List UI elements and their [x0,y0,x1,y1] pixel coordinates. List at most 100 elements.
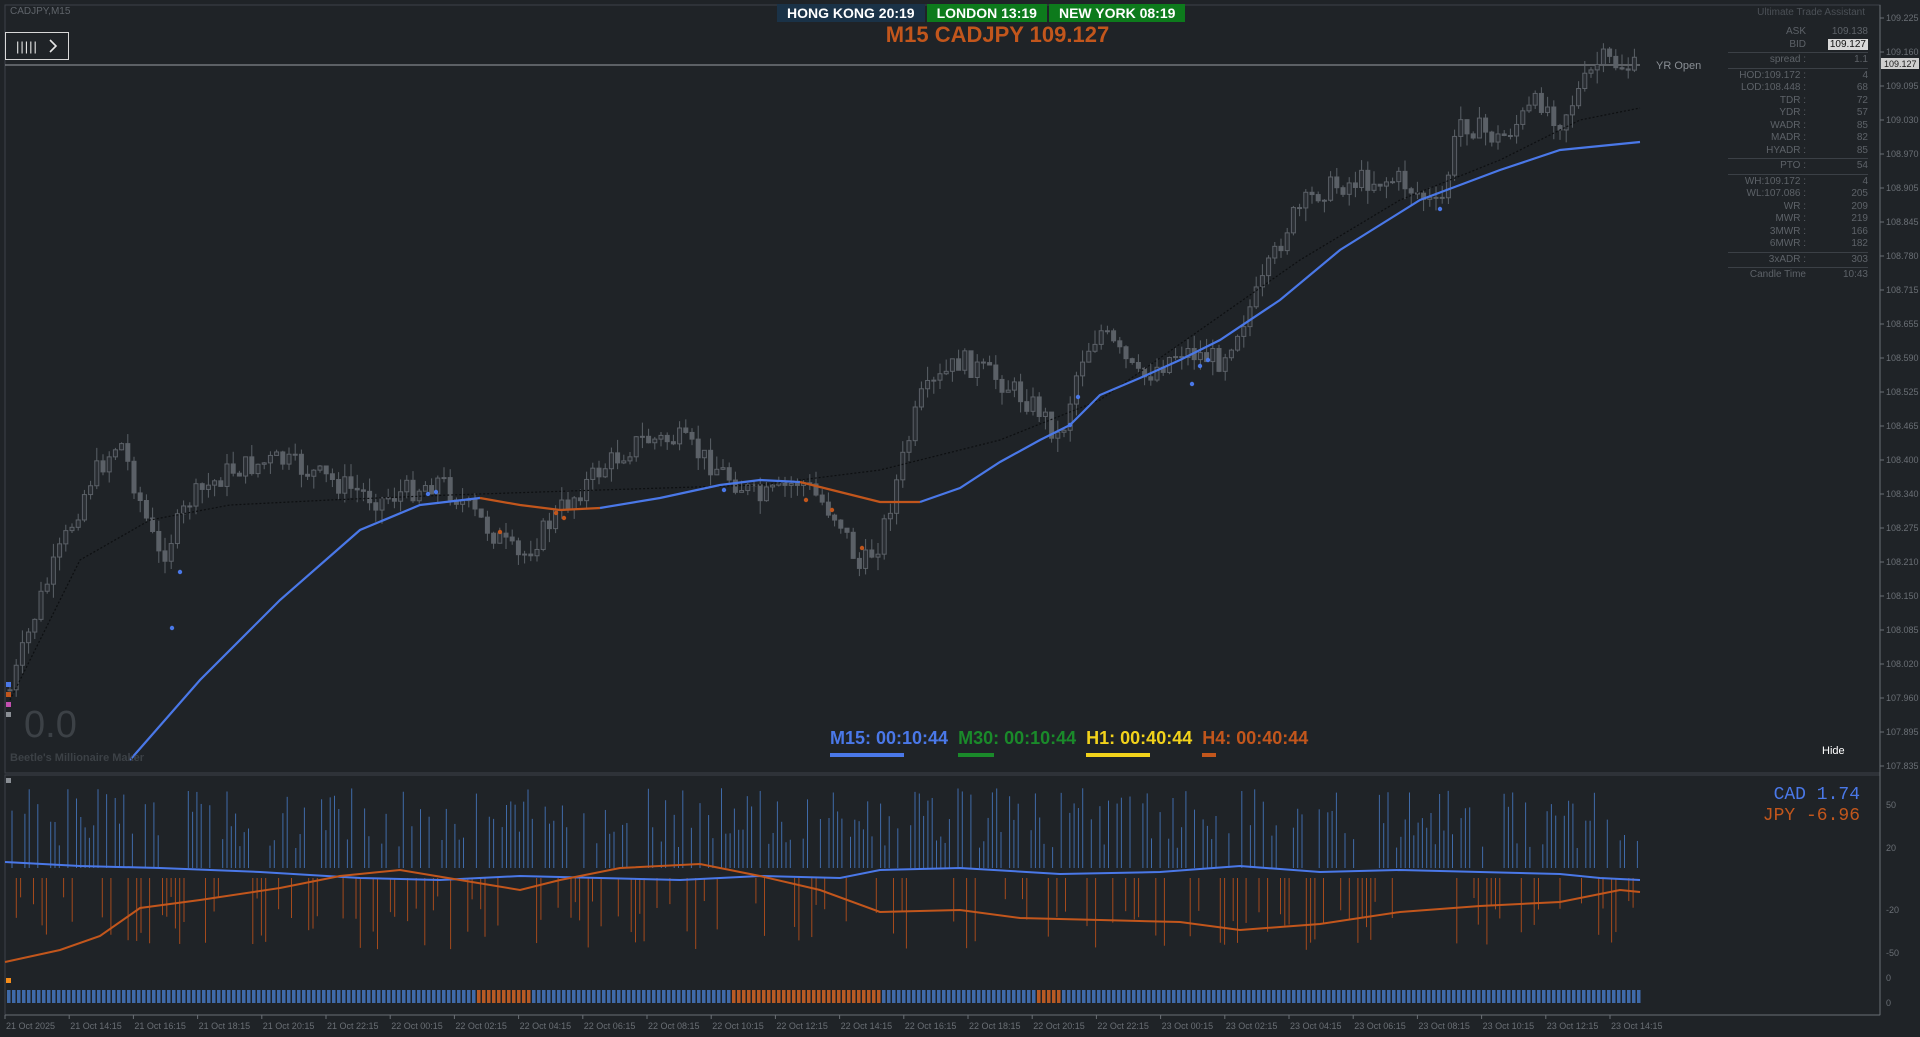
candle-body [1538,92,1544,113]
panel-separator [1728,52,1868,53]
price-tick-label: 107.895 [1886,727,1919,737]
candle-body [1334,176,1340,189]
state-block [662,990,666,1003]
candle-body [1328,176,1334,201]
state-block [992,990,996,1003]
candle-body [162,550,168,562]
state-block [1052,990,1056,1003]
panel-key: HOD:109.172 : [1739,69,1806,81]
candle-body [106,456,112,473]
state-block [1382,990,1386,1003]
state-block [1027,990,1031,1003]
candle-body [1284,232,1290,252]
candle-body [658,434,664,440]
state-block [1182,990,1186,1003]
state-block [1357,990,1361,1003]
candle-body [447,477,453,501]
candle-body [1526,104,1532,112]
state-block [57,990,61,1003]
state-block [1012,990,1016,1003]
signal-dot [169,625,175,631]
state-block [1137,990,1141,1003]
candle-body [1098,330,1104,345]
state-block [1342,990,1346,1003]
state-block [142,990,146,1003]
panel-value: 205 [1851,188,1868,199]
state-block [1277,990,1281,1003]
candle-body [429,485,435,495]
candle-body [478,508,484,518]
jpy-strength: JPY -6.96 [1762,806,1860,826]
state-block [1397,990,1401,1003]
state-block [687,990,691,1003]
candle-body [1111,330,1117,342]
state-block [1042,990,1046,1003]
state-block [902,990,906,1003]
state-block [1327,990,1331,1003]
state-block [477,990,481,1003]
candle-body [639,435,645,438]
state-block [227,990,231,1003]
time-tick-label: 21 Oct 20:15 [263,1021,315,1031]
candle-body [125,443,131,462]
candle-body [540,520,546,550]
signal-dot [425,491,431,497]
trade-assistant-title: Ultimate Trade Assistant [1757,7,1865,18]
timer-h1: H1: 00:40:44 [1086,728,1192,757]
candle-timers: M15: 00:10:44 M30: 00:10:44 H1: 00:40:44… [830,728,1308,757]
state-block [1247,990,1251,1003]
state-block [167,990,171,1003]
panel-row: HYADR : 85 [1728,145,1868,158]
candle-body [1148,376,1154,381]
timer-m30: M30: 00:10:44 [958,728,1076,757]
state-block [427,990,431,1003]
chart-canvas[interactable]: 109.225109.160109.095109.030108.970108.9… [0,0,1920,1037]
candle-body [1117,340,1123,348]
candle-body [1005,389,1011,393]
panel-row: YDR : 57 [1728,107,1868,120]
candle-body [918,388,924,408]
state-block [382,990,386,1003]
state-block [567,990,571,1003]
state-block [12,990,16,1003]
candle-body [181,505,187,515]
candle-body [32,618,38,633]
state-block [682,990,686,1003]
state-block [987,990,991,1003]
state-block [997,990,1001,1003]
candle-body [825,501,831,516]
state-block [1157,990,1161,1003]
trade-assistant-panel: ASK 109.138 BID 109.127 spread : 1.1 HOD:109.1… [1728,26,1868,282]
state-block [827,990,831,1003]
candle-body [770,484,776,488]
hide-button[interactable]: Hide [1822,745,1845,757]
candle-body [627,456,633,462]
price-tick-label: 108.525 [1886,387,1919,397]
state-block [722,990,726,1003]
state-block [1192,990,1196,1003]
candle-body [739,490,745,493]
candle-body [726,467,732,481]
state-block [1472,990,1476,1003]
panel-row: 3MWR : 166 [1728,226,1868,239]
state-block [907,990,911,1003]
panel-toggle-button[interactable]: ||||| [5,32,69,60]
candle-body [652,438,658,444]
candle-body [757,484,763,502]
panel-row: WH:109.172 : 4 [1728,176,1868,189]
state-block [452,990,456,1003]
state-block [247,990,251,1003]
sub-tick-label: 20 [1886,843,1896,853]
state-block [297,990,301,1003]
candle-body [150,517,156,532]
candle-body [677,427,683,445]
signal-dot [1197,363,1203,369]
state-block [342,990,346,1003]
candle-body [987,362,993,366]
state-block [652,990,656,1003]
state-block [1602,990,1606,1003]
price-tick-label: 107.960 [1886,693,1919,703]
state-block [157,990,161,1003]
state-block [1287,990,1291,1003]
price-tick-label: 108.275 [1886,523,1919,533]
